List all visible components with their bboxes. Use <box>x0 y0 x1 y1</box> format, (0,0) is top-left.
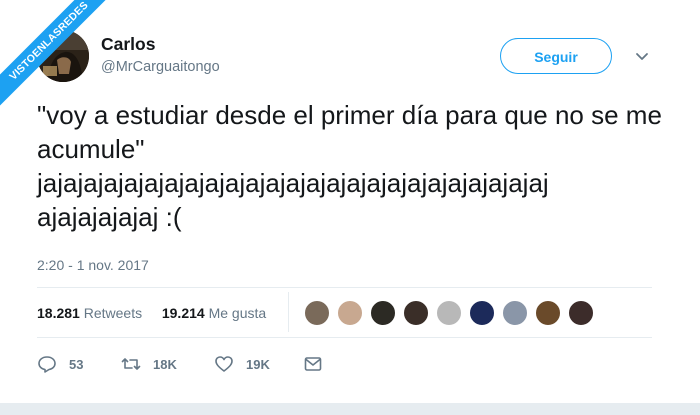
follow-button[interactable]: Seguir <box>500 38 612 74</box>
message-button[interactable] <box>303 353 335 375</box>
liker-avatar[interactable] <box>370 300 396 326</box>
liker-avatar[interactable] <box>535 300 561 326</box>
likes-count[interactable]: 19.214 <box>162 305 205 321</box>
liker-avatar[interactable] <box>568 300 594 326</box>
heart-icon <box>215 356 233 372</box>
liker-avatar[interactable] <box>337 300 363 326</box>
retweet-count: 18K <box>153 356 177 372</box>
retweet-button[interactable]: 18K <box>121 353 177 375</box>
reply-button[interactable]: 53 <box>37 353 83 375</box>
retweet-icon <box>121 358 141 370</box>
likes-label[interactable]: Me gusta <box>209 305 267 321</box>
stats-separator <box>288 292 289 332</box>
retweets-label[interactable]: Retweets <box>84 305 142 321</box>
liker-avatar[interactable] <box>304 300 330 326</box>
like-button[interactable]: 19K <box>214 353 270 375</box>
user-name[interactable]: Carlos <box>101 34 155 55</box>
chevron-down-icon[interactable] <box>634 48 650 64</box>
engagement-stats: 18.281 Retweets 19.214 Me gusta <box>37 305 266 321</box>
divider <box>37 337 652 338</box>
reply-icon <box>38 356 56 373</box>
liker-avatar[interactable] <box>403 300 429 326</box>
like-count: 19K <box>246 356 270 372</box>
liker-avatar[interactable] <box>502 300 528 326</box>
avatar[interactable] <box>37 30 89 82</box>
bottom-border <box>0 403 700 415</box>
liker-avatar[interactable] <box>469 300 495 326</box>
liker-avatar[interactable] <box>436 300 462 326</box>
user-handle[interactable]: @MrCarguaitongo <box>101 59 220 75</box>
timestamp[interactable]: 2:20 - 1 nov. 2017 <box>37 257 149 273</box>
message-icon <box>304 357 322 371</box>
tweet-text: "voy a estudiar desde el primer día para… <box>37 100 662 232</box>
divider <box>37 287 652 288</box>
reply-count: 53 <box>69 356 84 372</box>
retweets-count[interactable]: 18.281 <box>37 305 80 321</box>
